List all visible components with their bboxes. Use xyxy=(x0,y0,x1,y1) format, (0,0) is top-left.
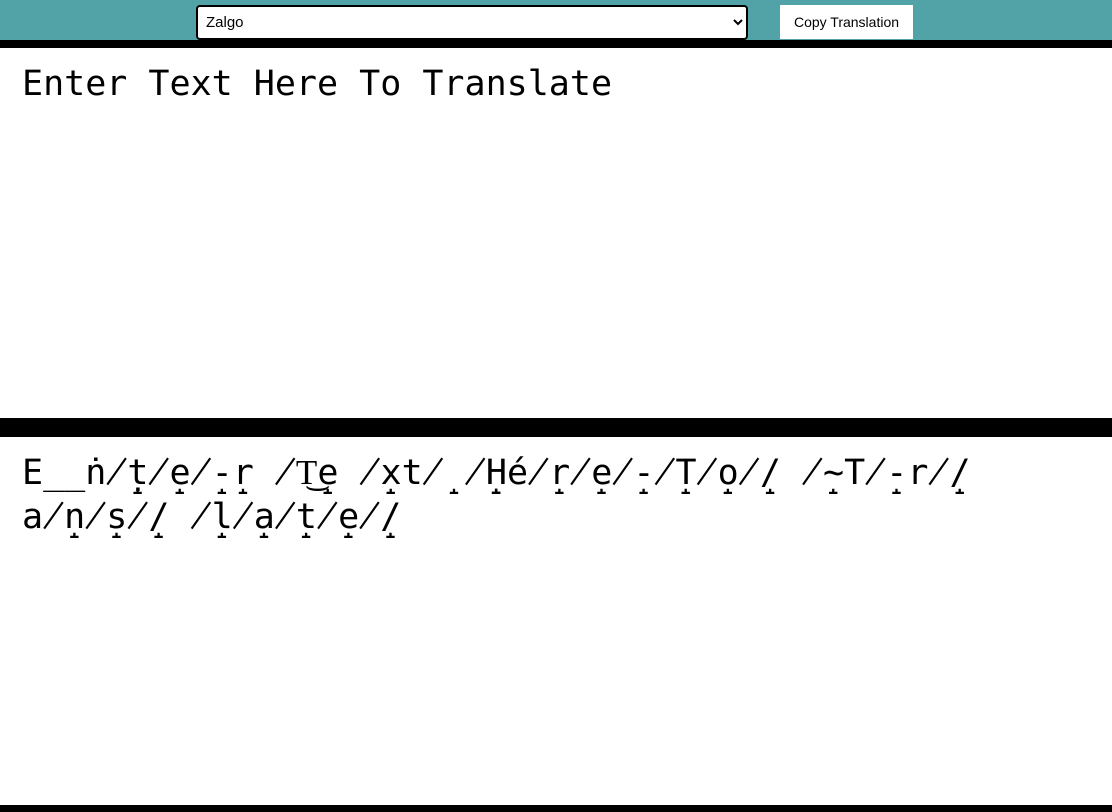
top-divider xyxy=(0,40,1112,48)
middle-divider xyxy=(0,418,1112,437)
input-text-area[interactable]: Enter Text Here To Translate xyxy=(0,48,1112,418)
copy-translation-button[interactable]: Copy Translation xyxy=(780,5,913,39)
translation-output: E̲̲ṅ̸̝ṭ̸̝e̸̝-r̝ ̸T͜e̝ ̸x̝t̸̝ ̸̝H̝̝é̸̝r̸̝… xyxy=(0,437,1112,805)
language-select[interactable]: Zalgo xyxy=(196,5,748,40)
bottom-divider xyxy=(0,805,1112,812)
